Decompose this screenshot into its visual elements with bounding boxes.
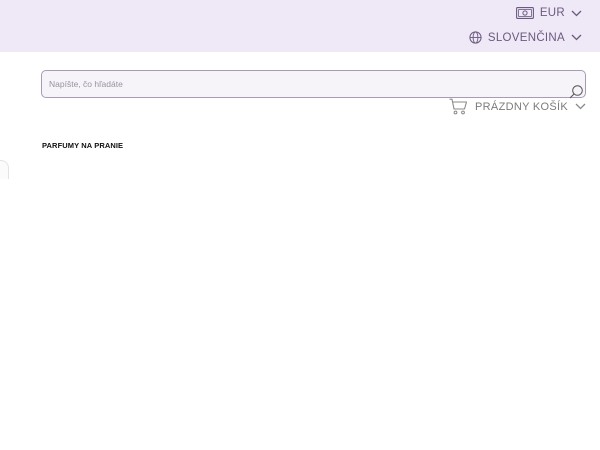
top-bar: EUR SLOVENČINA bbox=[0, 0, 600, 52]
chevron-down-icon bbox=[571, 10, 582, 17]
chevron-down-icon bbox=[571, 34, 582, 41]
currency-label: EUR bbox=[539, 7, 565, 19]
cart-button[interactable]: PRÁZDNY KOŠÍK bbox=[449, 98, 586, 115]
currency-selector[interactable]: EUR bbox=[515, 7, 582, 19]
banknote-icon bbox=[515, 7, 534, 19]
cart-label: PRÁZDNY KOŠÍK bbox=[475, 100, 568, 113]
globe-icon bbox=[469, 31, 482, 44]
search-input[interactable] bbox=[42, 71, 562, 97]
chevron-down-icon bbox=[575, 103, 586, 110]
side-drawer-handle[interactable] bbox=[0, 160, 9, 179]
category-title: PARFUMY NA PRANIE bbox=[42, 141, 124, 150]
search-box bbox=[41, 70, 586, 99]
cart-icon bbox=[449, 98, 468, 115]
search-icon[interactable] bbox=[569, 84, 584, 99]
language-label: SLOVENČINA bbox=[487, 31, 565, 44]
language-selector[interactable]: SLOVENČINA bbox=[469, 31, 582, 44]
